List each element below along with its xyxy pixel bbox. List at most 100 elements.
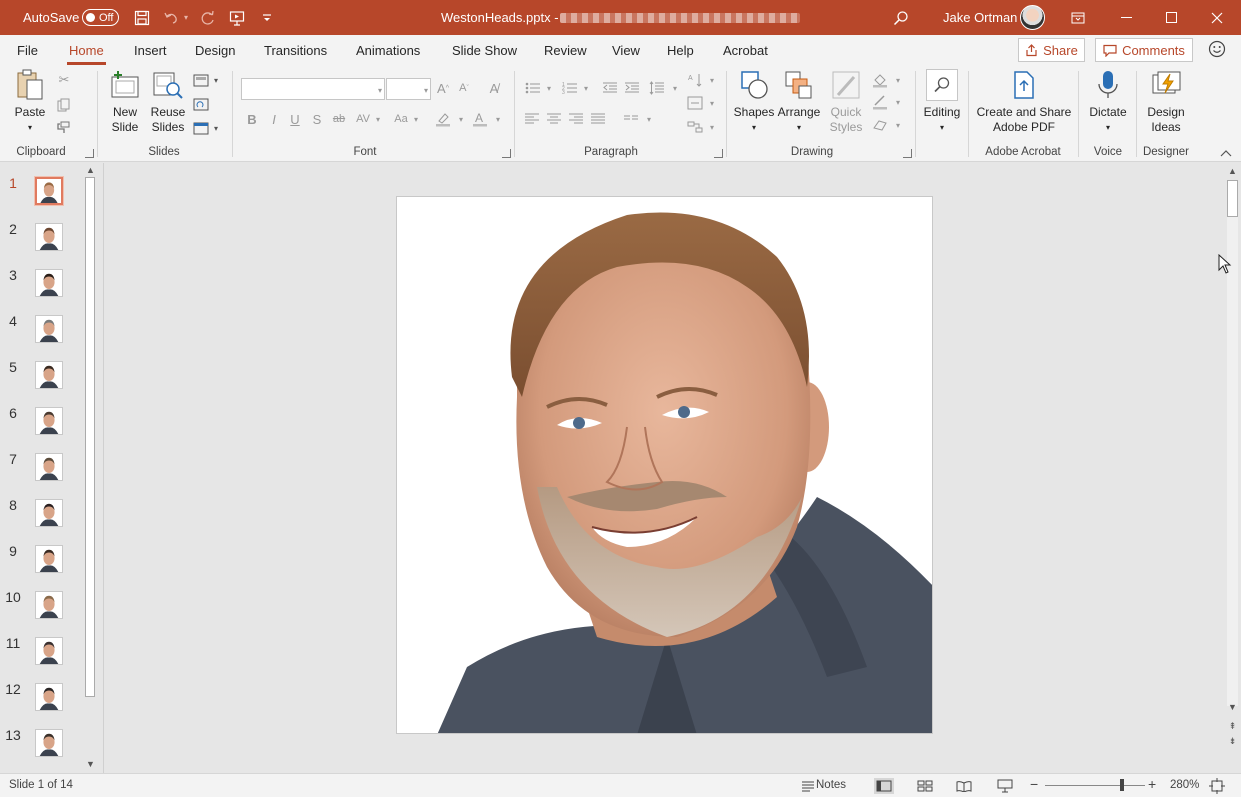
- shape-outline-icon[interactable]: [871, 93, 889, 111]
- save-icon[interactable]: [133, 9, 151, 26]
- maximize-icon[interactable]: [1148, 0, 1194, 35]
- shape-fill-icon[interactable]: [871, 71, 889, 89]
- scroll-thumb[interactable]: [1227, 180, 1238, 217]
- shapes-button[interactable]: Shapes ▾: [734, 69, 774, 135]
- reset-slide-icon[interactable]: [192, 95, 210, 113]
- autosave-toggle[interactable]: Off: [82, 9, 119, 26]
- font-name-input[interactable]: [241, 78, 385, 100]
- align-text-dropdown-icon[interactable]: ▾: [703, 94, 721, 112]
- shape-outline-dropdown-icon[interactable]: ▾: [889, 93, 907, 111]
- columns-dropdown-icon[interactable]: ▾: [640, 110, 658, 128]
- slide-sorter-icon[interactable]: [915, 778, 935, 794]
- smartart-dropdown-icon[interactable]: ▾: [703, 118, 721, 136]
- font-color-icon[interactable]: A: [471, 110, 489, 128]
- underline-icon[interactable]: U: [286, 110, 304, 128]
- minimize-icon[interactable]: [1103, 0, 1149, 35]
- slide-thumbnail-image[interactable]: [35, 499, 63, 527]
- tab-home[interactable]: Home: [67, 43, 106, 65]
- text-direction-icon[interactable]: A: [686, 71, 704, 89]
- slide-thumbnail[interactable]: 9: [0, 543, 82, 583]
- slide-thumbnail[interactable]: 1: [0, 175, 82, 215]
- shape-fill-dropdown-icon[interactable]: ▾: [889, 71, 907, 89]
- slide-thumbnail-image[interactable]: [35, 223, 63, 251]
- slide-thumbnail[interactable]: 5: [0, 359, 82, 399]
- tab-design[interactable]: Design: [195, 43, 235, 58]
- slide-thumbnail-image[interactable]: [35, 591, 63, 619]
- undo-dropdown-icon[interactable]: ▾: [181, 9, 191, 26]
- drawing-launcher-icon[interactable]: [903, 149, 912, 158]
- tab-acrobat[interactable]: Acrobat: [723, 43, 768, 58]
- reading-view-icon[interactable]: [954, 778, 974, 794]
- avatar[interactable]: [1020, 5, 1045, 30]
- share-button[interactable]: Share: [1018, 38, 1085, 62]
- notes-icon[interactable]: [798, 778, 818, 794]
- italic-icon[interactable]: I: [265, 110, 283, 128]
- slide-thumbnail-image[interactable]: [35, 637, 63, 665]
- tab-animations[interactable]: Animations: [356, 43, 420, 58]
- section-dropdown-icon[interactable]: ▾: [207, 119, 225, 137]
- undo-icon[interactable]: [162, 9, 180, 26]
- bullets-dropdown-icon[interactable]: ▾: [540, 79, 558, 97]
- scroll-up-icon[interactable]: ▲: [1224, 166, 1241, 176]
- slide-thumbnail[interactable]: 4: [0, 313, 82, 353]
- new-slide-button[interactable]: New Slide: [106, 69, 144, 135]
- align-left-icon[interactable]: [523, 110, 541, 128]
- slide-show-icon[interactable]: [995, 778, 1015, 794]
- font-size-dropdown-icon[interactable]: ▾: [417, 81, 435, 99]
- scroll-thumb[interactable]: [85, 177, 95, 697]
- text-direction-dropdown-icon[interactable]: ▾: [703, 71, 721, 89]
- collapse-ribbon-icon[interactable]: [1220, 149, 1232, 159]
- shapes-dropdown-icon[interactable]: ▾: [752, 120, 756, 135]
- justify-icon[interactable]: [589, 110, 607, 128]
- design-ideas-button[interactable]: Design Ideas: [1142, 69, 1190, 135]
- tab-insert[interactable]: Insert: [134, 43, 167, 58]
- scroll-up-icon[interactable]: ▲: [82, 165, 99, 175]
- tab-view[interactable]: View: [612, 43, 640, 58]
- paste-dropdown-icon[interactable]: ▾: [28, 120, 32, 135]
- slide-thumbnail[interactable]: 8: [0, 497, 82, 537]
- increase-font-size-icon[interactable]: A ^: [434, 79, 452, 97]
- character-spacing-dropdown-icon[interactable]: ▾: [369, 110, 387, 128]
- editing-button[interactable]: Editing ▾: [920, 69, 964, 135]
- line-spacing-dropdown-icon[interactable]: ▾: [666, 79, 684, 97]
- search-icon[interactable]: [892, 9, 910, 26]
- close-icon[interactable]: [1194, 0, 1240, 35]
- zoom-out-icon[interactable]: −: [1030, 776, 1038, 792]
- scroll-down-icon[interactable]: ▼: [82, 759, 99, 769]
- decrease-font-size-icon[interactable]: Aˇ: [455, 79, 473, 97]
- slide-thumbnail-image[interactable]: [35, 269, 63, 297]
- strikethrough-icon[interactable]: ab: [330, 110, 348, 128]
- slide-thumbnail-image[interactable]: [35, 177, 63, 205]
- copy-icon[interactable]: [55, 96, 73, 114]
- decrease-indent-icon[interactable]: [601, 79, 619, 97]
- align-center-icon[interactable]: [545, 110, 563, 128]
- clipboard-launcher-icon[interactable]: [85, 149, 94, 158]
- ribbon-display-options-icon[interactable]: [1055, 0, 1101, 35]
- next-slide-icon[interactable]: ⇟: [1224, 736, 1241, 747]
- comments-button[interactable]: Comments: [1095, 38, 1193, 62]
- slide-thumbnail-image[interactable]: [35, 729, 63, 757]
- slide-thumbnail[interactable]: 13: [0, 727, 82, 767]
- slide-thumbnail[interactable]: 11: [0, 635, 82, 675]
- shape-effects-dropdown-icon[interactable]: ▾: [889, 116, 907, 134]
- feedback-smiley-icon[interactable]: [1208, 40, 1226, 58]
- align-right-icon[interactable]: [567, 110, 585, 128]
- clear-formatting-icon[interactable]: A̸: [485, 79, 503, 97]
- slide-thumbnail[interactable]: 6: [0, 405, 82, 445]
- redo-icon[interactable]: [199, 9, 217, 26]
- notes-button[interactable]: Notes: [816, 779, 846, 791]
- editing-dropdown-icon[interactable]: ▾: [940, 120, 944, 135]
- tab-help[interactable]: Help: [667, 43, 694, 58]
- slide-thumbnail[interactable]: 2: [0, 221, 82, 261]
- layout-dropdown-icon[interactable]: ▾: [207, 71, 225, 89]
- slide-thumbnail-image[interactable]: [35, 361, 63, 389]
- align-text-icon[interactable]: [686, 94, 704, 112]
- numbering-dropdown-icon[interactable]: ▾: [577, 79, 595, 97]
- line-spacing-icon[interactable]: [648, 79, 666, 97]
- slide-canvas[interactable]: [396, 196, 933, 734]
- tab-transitions[interactable]: Transitions: [264, 43, 327, 58]
- present-from-beginning-icon[interactable]: [228, 9, 246, 26]
- arrange-dropdown-icon[interactable]: ▾: [797, 120, 801, 135]
- slide-thumbnail[interactable]: 10: [0, 589, 82, 629]
- tab-file[interactable]: File: [17, 43, 38, 58]
